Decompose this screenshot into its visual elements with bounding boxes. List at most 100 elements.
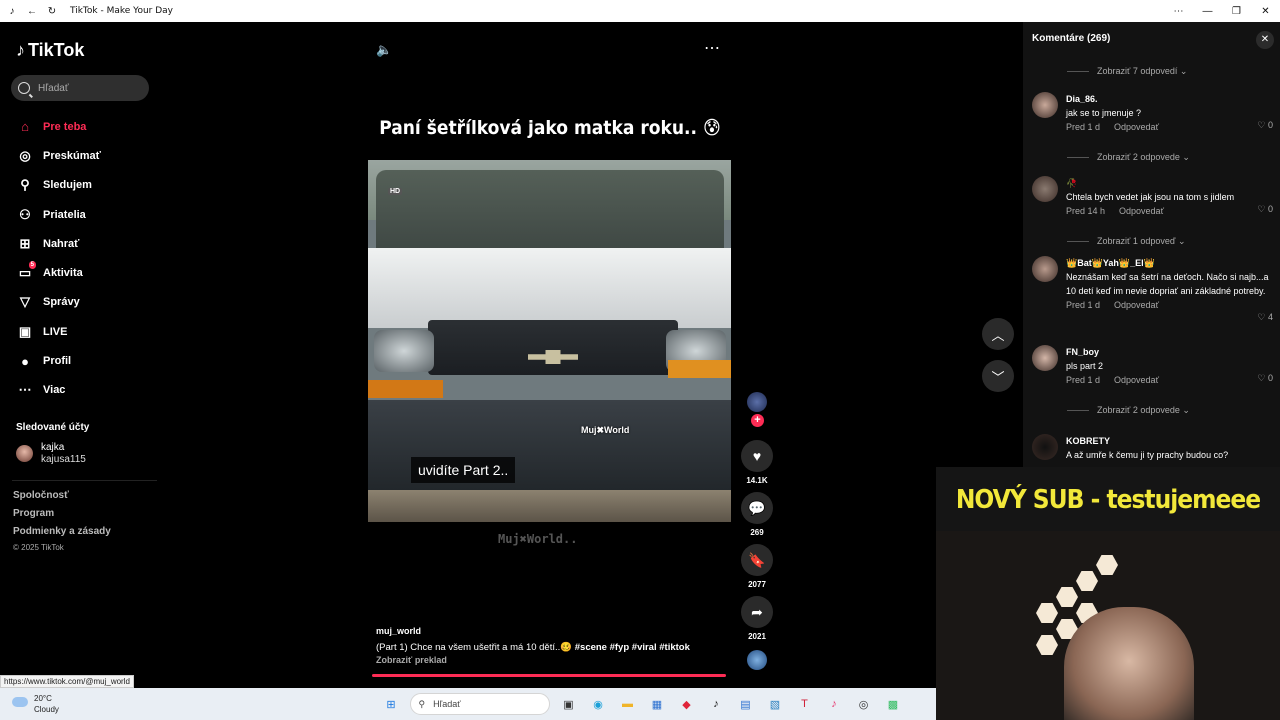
hashtags[interactable]: #scene #fyp #viral #tiktok <box>575 642 690 653</box>
share-action[interactable]: ➦ 2021 <box>739 596 775 641</box>
nav-label: Priatelia <box>43 208 86 221</box>
nav-item-8[interactable]: ● Profil <box>0 346 168 375</box>
app-red-icon[interactable]: ◆ <box>676 693 698 715</box>
comment-icon[interactable]: 💬 <box>741 492 773 524</box>
comment-like-count: 0 <box>1267 204 1273 214</box>
video-scene <box>428 320 678 375</box>
comment-author[interactable]: KOBRETY <box>1066 434 1276 448</box>
edge-icon[interactable]: ◉ <box>587 693 609 715</box>
heart-outline-icon: ♡ <box>1257 120 1268 130</box>
following-account[interactable]: kajka kajusa115 <box>16 442 86 465</box>
comment-like-button[interactable]: ♡ 4 <box>1257 312 1273 323</box>
chevron-down-icon: ﹀ <box>991 369 1005 385</box>
nav-item-7[interactable]: ▣ LIVE <box>0 317 168 346</box>
window-titlebar: ♪ ← ↻ TikTok - Make Your Day ⋯ — ❐ ✕ <box>0 0 1280 22</box>
save-action[interactable]: 🔖 2077 <box>739 544 775 589</box>
like-count: 14.1K <box>746 476 768 485</box>
notes-icon[interactable]: ▤ <box>735 693 757 715</box>
bookmark-icon[interactable]: 🔖 <box>741 544 773 576</box>
reply-button[interactable]: Odpovedať <box>1119 204 1164 218</box>
tiktok-logo[interactable]: ♪ TikTok <box>16 40 84 61</box>
nav-item-6[interactable]: ▽ Správy <box>0 288 168 317</box>
comment-action[interactable]: 💬 269 <box>739 492 775 537</box>
avatar[interactable] <box>1032 256 1058 282</box>
more-options-icon[interactable]: ⋯ <box>704 38 721 58</box>
minimize-button[interactable]: — <box>1193 6 1222 17</box>
volume-icon[interactable]: 🔈 <box>376 42 392 58</box>
nav-item-0[interactable]: ⌂ Pre teba <box>0 112 168 141</box>
tiktok-icon[interactable]: ♪ <box>705 693 727 715</box>
taskbar-search[interactable]: ⚲ Hľadať <box>409 693 550 715</box>
comment-time: Pred 14 h <box>1066 206 1106 216</box>
avatar[interactable] <box>1032 345 1058 371</box>
close-comments-button[interactable]: ✕ <box>1256 31 1274 49</box>
video-scene <box>376 170 724 250</box>
reply-button[interactable]: Odpovedať <box>1114 373 1159 387</box>
nav-item-1[interactable]: ◎ Preskúmať <box>0 141 168 170</box>
avatar[interactable] <box>1032 176 1058 202</box>
view-replies-link[interactable]: Zobraziť 2 odpovede ⌄ <box>1067 405 1190 416</box>
video-title: Paní šetřílková jako matka roku.. 😰 <box>379 117 721 139</box>
comment-like-button[interactable]: ♡ 0 <box>1257 120 1273 131</box>
restore-button[interactable]: ❐ <box>1222 6 1251 17</box>
main-nav: ⌂ Pre teba ◎ Preskúmať ⚲ Sledujem ⚇ Priatelia ⊞ N… <box>0 112 168 405</box>
translate-link[interactable]: Zobraziť preklad <box>376 655 447 665</box>
creator-avatar[interactable] <box>747 392 767 412</box>
author-name[interactable]: muj_world <box>376 626 421 636</box>
comment-author[interactable]: Dia_86. <box>1066 92 1276 106</box>
avatar[interactable] <box>1032 92 1058 118</box>
view-replies-link[interactable]: Zobraziť 7 odpovedí ⌄ <box>1067 66 1187 77</box>
share-icon[interactable]: ➦ <box>741 596 773 628</box>
comment-meta: Pred 1 d Odpovedať <box>1066 373 1276 387</box>
text-icon[interactable]: T <box>794 693 816 715</box>
footer-link-terms[interactable]: Podmienky a zásady <box>13 526 111 537</box>
nav-label: Nahrať <box>43 237 80 250</box>
footer-link-company[interactable]: Spoločnosť <box>13 490 69 501</box>
search-icon <box>18 82 30 94</box>
next-video-button[interactable]: ﹀ <box>982 360 1014 392</box>
watermark-below: Muj✖World.. <box>498 532 578 546</box>
nav-item-5[interactable]: ▭ 5 Aktivita <box>0 258 168 287</box>
view-replies-link[interactable]: Zobraziť 2 odpovede ⌄ <box>1067 152 1190 163</box>
comment-text: Chtela bych vedet jak jsou na tom s jidl… <box>1066 192 1235 202</box>
close-window-button[interactable]: ✕ <box>1251 6 1280 17</box>
music-disc-icon[interactable] <box>747 650 767 670</box>
reply-button[interactable]: Odpovedať <box>1114 298 1159 312</box>
heart-outline-icon: ♡ <box>1257 312 1268 322</box>
weather-widget[interactable]: 20°C Cloudy <box>12 693 59 715</box>
comment-like-button[interactable]: ♡ 0 <box>1257 373 1273 384</box>
live-icon: ▣ <box>18 323 32 339</box>
menu-dots-icon[interactable]: ⋯ <box>1164 6 1193 17</box>
hexagon-light <box>1056 587 1078 607</box>
video-player[interactable]: HD Muj✖World uvidíte Part 2.. <box>368 160 731 522</box>
like-action[interactable]: ♥ 14.1K <box>739 440 775 485</box>
comment-author[interactable]: 🥀 <box>1066 176 1276 190</box>
obs-icon[interactable]: ◎ <box>853 693 875 715</box>
nav-item-4[interactable]: ⊞ Nahrať <box>0 229 168 258</box>
windows-icon[interactable]: ⊞ <box>380 693 402 715</box>
search-input[interactable]: Hľadať <box>11 75 149 101</box>
heart-icon[interactable]: ♥ <box>741 440 773 472</box>
refresh-icon[interactable]: ↻ <box>44 3 60 19</box>
view-replies-link[interactable]: Zobraziť 1 odpoveď ⌄ <box>1067 236 1186 247</box>
nav-item-2[interactable]: ⚲ Sledujem <box>0 171 168 200</box>
taskview-icon[interactable]: ▣ <box>558 693 580 715</box>
tiktok-pink-icon[interactable]: ♪ <box>823 693 845 715</box>
android-icon[interactable]: ▩ <box>882 693 904 715</box>
footer-link-program[interactable]: Program <box>13 508 54 519</box>
nav-item-9[interactable]: ⋯ Viac <box>0 376 168 405</box>
folder-icon[interactable]: ▬ <box>617 693 639 715</box>
follow-plus-button[interactable]: + <box>751 414 764 427</box>
back-arrow-icon[interactable]: ← <box>24 3 40 19</box>
avatar[interactable] <box>1032 434 1058 460</box>
reply-button[interactable]: Odpovedať <box>1114 120 1159 134</box>
nav-item-3[interactable]: ⚇ Priatelia <box>0 200 168 229</box>
comment-like-button[interactable]: ♡ 0 <box>1257 204 1273 215</box>
comment-author[interactable]: 👑Bat👑Yah👑_El👑 <box>1066 256 1276 270</box>
video-progress-bar[interactable] <box>372 674 726 677</box>
store-icon[interactable]: ▦ <box>646 693 668 715</box>
previous-video-button[interactable]: ︿ <box>982 318 1014 350</box>
comment-author[interactable]: FN_boy <box>1066 345 1276 359</box>
taskbar: 20°C Cloudy ⊞ ⚲ Hľadať ▣ ◉ ▬ ▦ ◆ ♪ ▤ ▧ T ♪ ◎ ▩ <box>0 688 936 720</box>
photos-icon[interactable]: ▧ <box>764 693 786 715</box>
